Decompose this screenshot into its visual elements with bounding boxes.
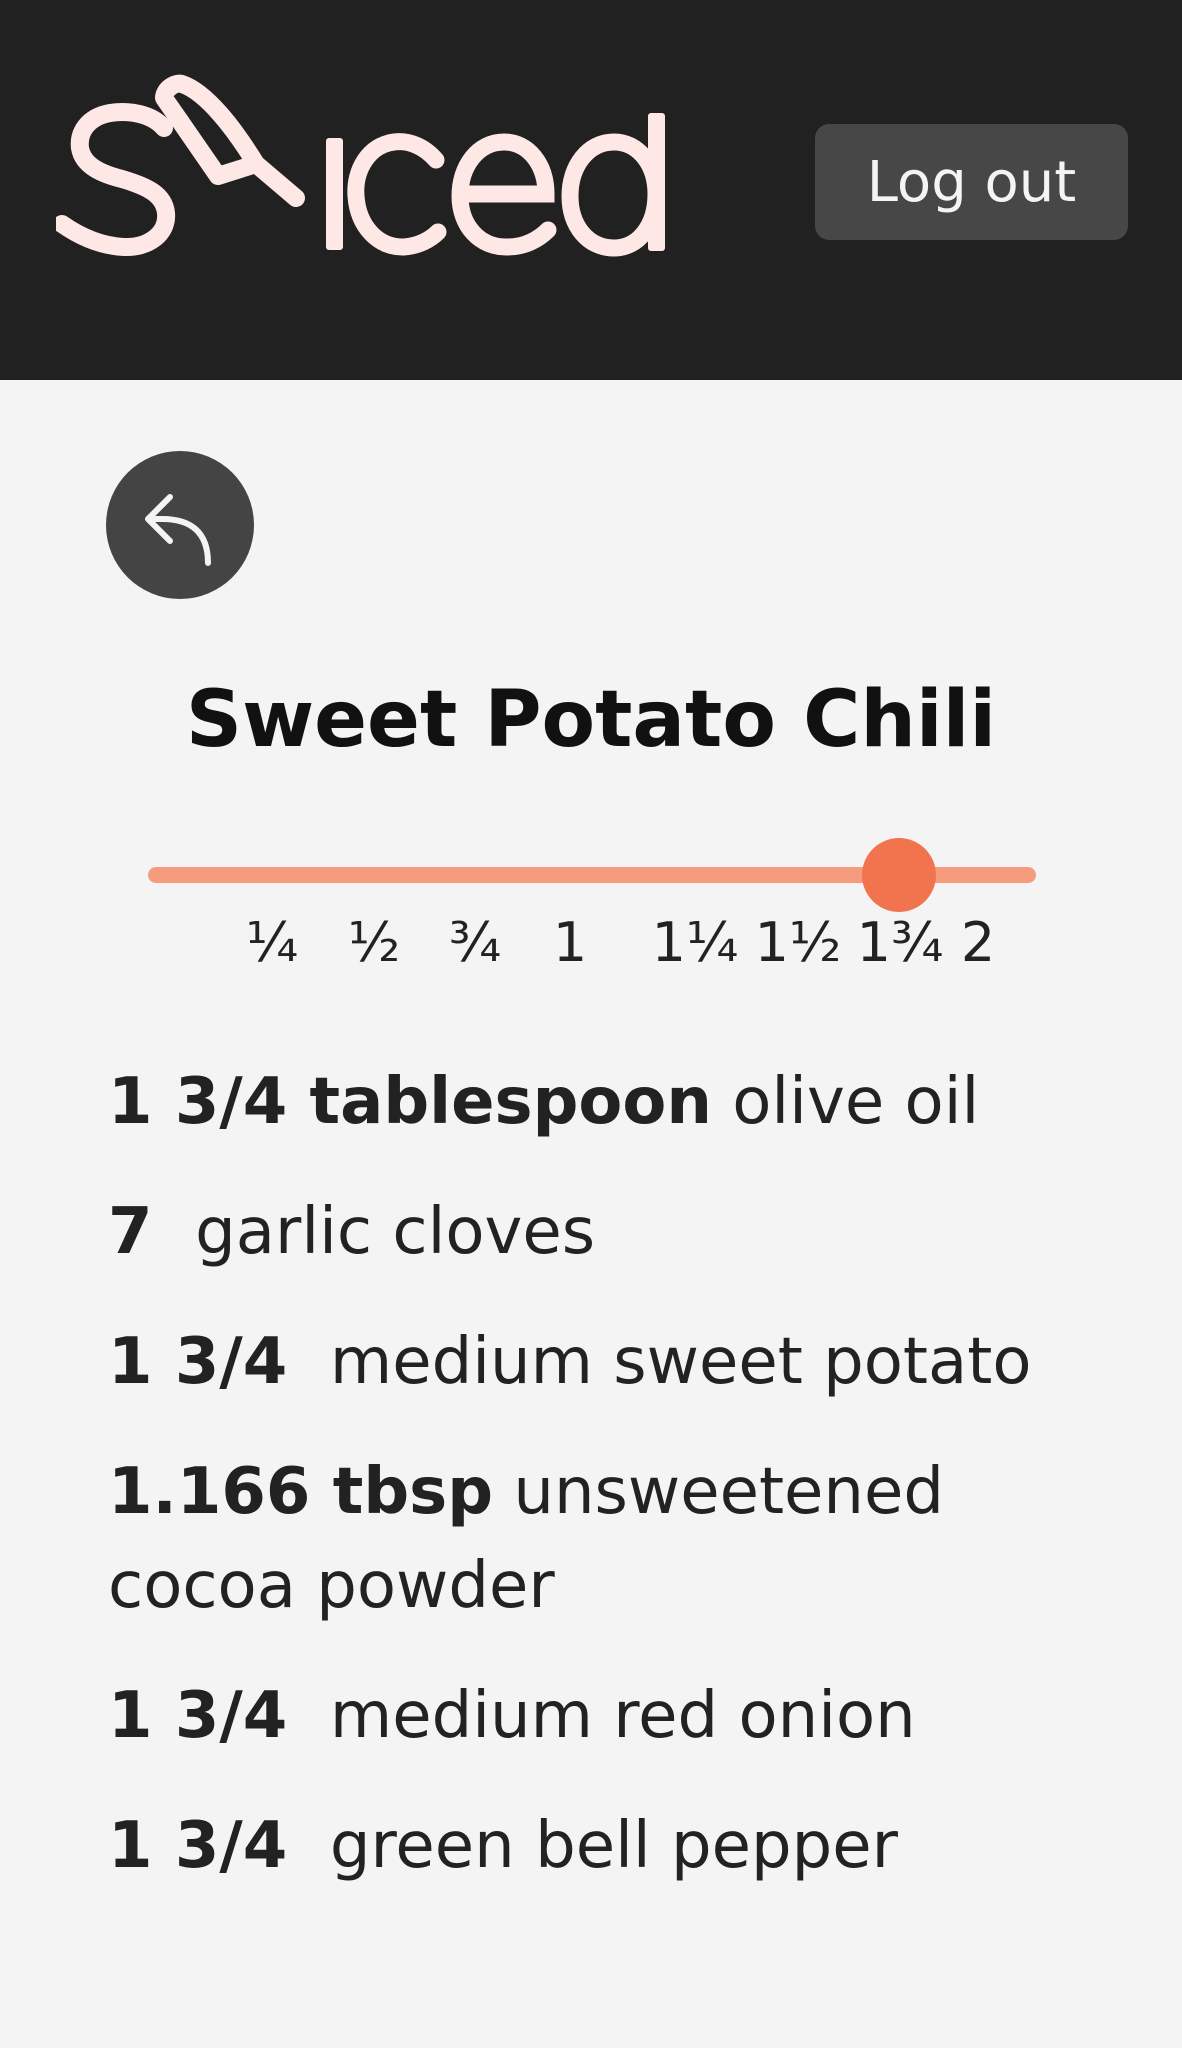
ingredient-item: 7 garlic cloves [108,1185,1068,1279]
ingredient-item: 1 3/4 green bell pepper [108,1799,1068,1893]
ingredient-item: 1 3/4 medium sweet potato [108,1315,1068,1409]
back-button[interactable] [106,451,254,599]
ingredient-name: medium red onion [329,1679,916,1753]
ingredient-amount: 7 [108,1195,175,1269]
ingredient-amount: 1 3/4 [108,1809,310,1883]
knife-icon [53,74,665,257]
serving-scale-slider[interactable] [148,838,1036,912]
app-header: Log out [0,0,1182,380]
ingredient-amount: 1.166 tbsp [108,1455,494,1529]
recipe-title: Sweet Potato Chili [185,675,997,765]
ingredient-amount: 1 3/4 [108,1325,310,1399]
ingredient-item: 1.166 tbsp unsweetened cocoa powder [108,1445,1068,1633]
slider-tick-label[interactable]: ½ [324,908,424,978]
ingredient-name: green bell pepper [329,1809,898,1883]
slider-thumb[interactable] [862,838,936,912]
ingredient-name: medium sweet potato [329,1325,1032,1399]
reply-arrow-icon [145,494,211,566]
ingredient-amount: 1 3/4 [108,1679,310,1753]
slider-tick-label[interactable]: ¾ [425,908,525,978]
ingredient-amount: 1 3/4 tablespoon [108,1065,712,1139]
logout-button[interactable]: Log out [815,124,1128,240]
ingredient-name: olive oil [732,1065,980,1139]
sliced-logo[interactable] [53,66,756,266]
slider-tick-label[interactable]: 1¼ [645,908,745,978]
slider-tick-label[interactable]: 1½ [748,908,848,978]
ingredient-item: 1 3/4 tablespoon olive oil [108,1055,1068,1149]
slider-tick-label[interactable]: ¼ [222,908,322,978]
slider-tick-label[interactable]: 1 [520,908,620,978]
ingredient-item: 1 3/4 medium red onion [108,1669,1068,1763]
ingredient-list: 1 3/4 tablespoon olive oil 7 garlic clov… [108,1055,1068,1929]
ingredient-name: garlic cloves [195,1195,596,1269]
slider-tick-label[interactable]: 2 [928,908,1028,978]
